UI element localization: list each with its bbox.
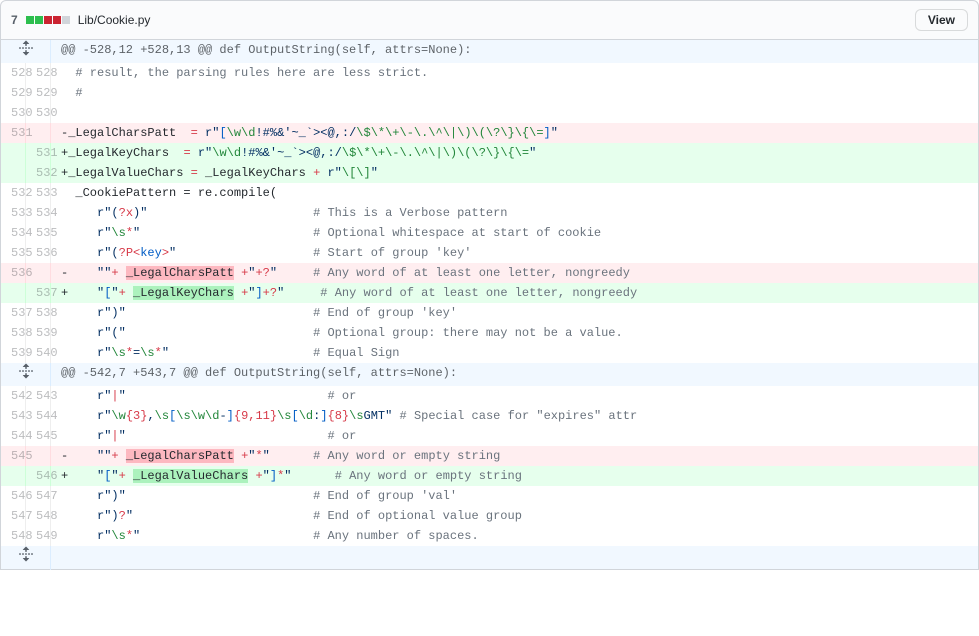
code-content: r"|" # or — [51, 426, 979, 446]
code-content: r"(?P<key>" # Start of group 'key' — [51, 243, 979, 263]
line-num-new[interactable]: 537 — [26, 283, 51, 303]
file-path[interactable]: Lib/Cookie.py — [78, 13, 151, 27]
diff-line-addition: 546+ "["+ _LegalValueChars +"]*" # Any w… — [1, 466, 979, 486]
code-content: - ""+ _LegalCharsPatt +"+?" # Any word o… — [51, 263, 979, 283]
code-content — [51, 103, 979, 123]
view-button[interactable]: View — [915, 9, 968, 31]
line-num-old[interactable]: 542 — [1, 386, 26, 406]
code-content: r"(?x)" # This is a Verbose pattern — [51, 203, 979, 223]
hunk-header: @@ -542,7 +543,7 @@ def OutputString(sel… — [1, 363, 979, 386]
unfold-icon — [18, 40, 34, 56]
hunk-text — [51, 546, 979, 570]
code-content: +_LegalValueChars = _LegalKeyChars + r"\… — [51, 163, 979, 183]
code-content: r"\s*" # Optional whitespace at start of… — [51, 223, 979, 243]
diff-line: 532533 _CookiePattern = re.compile( — [1, 183, 979, 203]
file-info: 7 Lib/Cookie.py — [11, 13, 150, 27]
line-num-new[interactable]: 546 — [26, 466, 51, 486]
line-num-new[interactable]: 532 — [26, 163, 51, 183]
expand-button[interactable] — [1, 363, 51, 386]
diff-line: 539540 r"\s*=\s*" # Equal Sign — [1, 343, 979, 363]
code-content: r")" # End of group 'key' — [51, 303, 979, 323]
diff-line: 547548 r")?" # End of optional value gro… — [1, 506, 979, 526]
diff-line: 533534 r"(?x)" # This is a Verbose patte… — [1, 203, 979, 223]
line-num-old[interactable]: 530 — [1, 103, 26, 123]
code-content: r"|" # or — [51, 386, 979, 406]
hunk-header — [1, 546, 979, 570]
diff-line: 530530 — [1, 103, 979, 123]
line-num-old[interactable]: 546 — [1, 486, 26, 506]
diff-bar-add — [26, 16, 34, 24]
code-content: # — [51, 83, 979, 103]
line-num-old[interactable]: 548 — [1, 526, 26, 546]
line-num-old[interactable]: 545 — [1, 446, 26, 466]
hunk-text: @@ -528,12 +528,13 @@ def OutputString(s… — [51, 40, 979, 63]
code-content: + "["+ _LegalKeyChars +"]+?" # Any word … — [51, 283, 979, 303]
hunk-header: @@ -528,12 +528,13 @@ def OutputString(s… — [1, 40, 979, 63]
diff-line-deletion: 531 -_LegalCharsPatt = r"[\w\d!#%&'~_`><@… — [1, 123, 979, 143]
code-content: -_LegalCharsPatt = r"[\w\d!#%&'~_`><@,:/… — [51, 123, 979, 143]
diff-bar-add — [35, 16, 43, 24]
line-num-old[interactable]: 539 — [1, 343, 26, 363]
code-content: r"\s*=\s*" # Equal Sign — [51, 343, 979, 363]
diff-line: 543544 r"\w{3},\s[\s\w\d-]{9,11}\s[\d:]{… — [1, 406, 979, 426]
diff-stat-bars — [26, 16, 70, 24]
line-num-old[interactable] — [1, 466, 26, 486]
line-num-old[interactable] — [1, 163, 26, 183]
diff-bar-del — [53, 16, 61, 24]
diff-count: 7 — [11, 13, 18, 27]
diff-line-addition: 532+_LegalValueChars = _LegalKeyChars + … — [1, 163, 979, 183]
code-content: + "["+ _LegalValueChars +"]*" # Any word… — [51, 466, 979, 486]
line-num-old[interactable]: 547 — [1, 506, 26, 526]
line-num-old[interactable]: 533 — [1, 203, 26, 223]
code-content: r")?" # End of optional value group — [51, 506, 979, 526]
diff-line-addition: 537+ "["+ _LegalKeyChars +"]+?" # Any wo… — [1, 283, 979, 303]
code-content: r")" # End of group 'val' — [51, 486, 979, 506]
line-num-new[interactable]: 531 — [26, 143, 51, 163]
line-num-old[interactable]: 531 — [1, 123, 26, 143]
diff-line-deletion: 545 - ""+ _LegalCharsPatt +"*" # Any word… — [1, 446, 979, 466]
diff-line: 544545 r"|" # or — [1, 426, 979, 446]
file-header: 7 Lib/Cookie.py View — [0, 0, 979, 40]
line-num-old[interactable] — [1, 283, 26, 303]
line-num-old[interactable]: 544 — [1, 426, 26, 446]
line-num-old[interactable]: 529 — [1, 83, 26, 103]
diff-line: 546547 r")" # End of group 'val' — [1, 486, 979, 506]
diff-line: 529529 # — [1, 83, 979, 103]
code-content: r"\w{3},\s[\s\w\d-]{9,11}\s[\d:]{8}\sGMT… — [51, 406, 979, 426]
code-content: _CookiePattern = re.compile( — [51, 183, 979, 203]
code-content: r"\s*" # Any number of spaces. — [51, 526, 979, 546]
line-num-old[interactable]: 535 — [1, 243, 26, 263]
line-num-old[interactable]: 528 — [1, 63, 26, 83]
diff-line: 538539 r"(" # Optional group: there may … — [1, 323, 979, 343]
expand-button[interactable] — [1, 546, 51, 570]
diff-line-addition: 531+_LegalKeyChars = r"\w\d!#%&'~_`><@,:… — [1, 143, 979, 163]
diff-line: 534535 r"\s*" # Optional whitespace at s… — [1, 223, 979, 243]
diff-line: 548549 r"\s*" # Any number of spaces. — [1, 526, 979, 546]
diff-table: @@ -528,12 +528,13 @@ def OutputString(s… — [0, 40, 979, 570]
code-content: - ""+ _LegalCharsPatt +"*" # Any word or… — [51, 446, 979, 466]
diff-bar-neutral — [62, 16, 70, 24]
line-num-old[interactable] — [1, 143, 26, 163]
line-num-old[interactable]: 534 — [1, 223, 26, 243]
line-num-old[interactable]: 538 — [1, 323, 26, 343]
diff-line-deletion: 536 - ""+ _LegalCharsPatt +"+?" # Any wor… — [1, 263, 979, 283]
code-content: +_LegalKeyChars = r"\w\d!#%&'~_`><@,:/\$… — [51, 143, 979, 163]
expand-button[interactable] — [1, 40, 51, 63]
unfold-icon — [18, 363, 34, 379]
unfold-icon — [18, 546, 34, 562]
line-num-old[interactable]: 532 — [1, 183, 26, 203]
line-num-old[interactable]: 543 — [1, 406, 26, 426]
line-num-old[interactable]: 536 — [1, 263, 26, 283]
hunk-text: @@ -542,7 +543,7 @@ def OutputString(sel… — [51, 363, 979, 386]
diff-line: 535536 r"(?P<key>" # Start of group 'key… — [1, 243, 979, 263]
line-num-old[interactable]: 537 — [1, 303, 26, 323]
diff-line: 542543 r"|" # or — [1, 386, 979, 406]
code-content: # result, the parsing rules here are les… — [51, 63, 979, 83]
diff-line: 528528 # result, the parsing rules here … — [1, 63, 979, 83]
code-content: r"(" # Optional group: there may not be … — [51, 323, 979, 343]
diff-bar-del — [44, 16, 52, 24]
diff-line: 537538 r")" # End of group 'key' — [1, 303, 979, 323]
